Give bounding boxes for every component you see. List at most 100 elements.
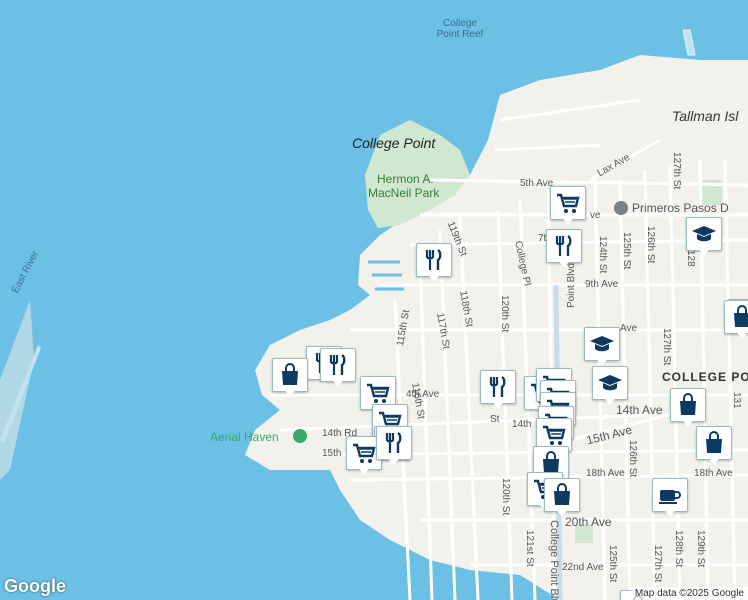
street-18th-ave-right: 18th Ave (694, 468, 733, 479)
street-point-blvd: Point Blvd (566, 262, 577, 308)
street-6th-ave: ve (590, 210, 601, 221)
park-label-line2: MacNeil Park (368, 186, 440, 200)
street-9th-ave: 9th Ave (585, 279, 619, 290)
street-10th-ave: Ave (620, 323, 638, 334)
street-18th-ave: 18th Ave (586, 468, 625, 479)
pin-box (670, 388, 706, 422)
school-icon (598, 375, 622, 391)
cart-pin[interactable] (550, 186, 586, 226)
restaurant-icon (385, 432, 402, 453)
google-logo[interactable]: Google (4, 576, 66, 597)
street-128th: 128th St (673, 530, 684, 568)
pin-tip (491, 400, 505, 409)
fork-pin[interactable] (416, 243, 452, 283)
fork-pin[interactable] (320, 348, 356, 388)
street-15th-left: 15th (322, 448, 342, 459)
pin-tip (357, 466, 371, 475)
school-icon (692, 226, 716, 242)
street-120th: 120th St (499, 295, 510, 333)
street-126th-south: 126th St (627, 440, 638, 478)
school-poi-icon[interactable] (614, 201, 628, 215)
map-attribution[interactable]: Map data ©2025 Google (630, 587, 748, 600)
restaurant-icon (555, 235, 572, 256)
street-127th: 127th St (671, 152, 682, 190)
street-5th-ave: 5th Ave (520, 178, 554, 189)
bag-pin[interactable] (696, 426, 732, 466)
college-point-label: College Point (352, 135, 436, 151)
street-14th-short: 14th (512, 419, 532, 430)
pin-box (546, 229, 582, 263)
pin-box (686, 217, 722, 251)
pin-tip (283, 388, 297, 397)
cart-icon (353, 443, 376, 463)
shopping-bag-icon (680, 393, 696, 415)
pin-box (272, 358, 308, 392)
pin-tip (595, 357, 609, 366)
pin-box (550, 186, 586, 220)
street-124th: 124th St (597, 236, 608, 274)
street-126th: 126th St (645, 226, 656, 264)
street-120th-south: 120th St (500, 478, 511, 516)
street-college-point-blvd: College Point Blvd (548, 520, 560, 600)
street-125th-south: 125th St (607, 545, 618, 583)
restaurant-icon (489, 376, 506, 397)
pin-tip (603, 396, 617, 405)
pin-box (696, 426, 732, 460)
school-icon (590, 336, 614, 352)
pin-tip (555, 508, 569, 517)
map-canvas[interactable]: East River College Point Reef Tallman Is… (0, 0, 748, 600)
pin-tip (681, 418, 695, 427)
pin-box (652, 478, 688, 512)
street-127th-mid: 127th St (661, 328, 672, 366)
pin-tip (697, 247, 711, 256)
aerial-haven-label[interactable]: Aerial Haven (210, 430, 279, 444)
neighborhood-label: COLLEGE POI (662, 370, 748, 384)
park-label-line1: Hermon A. (377, 172, 434, 186)
pin-tip (387, 456, 401, 465)
pin-box (592, 366, 628, 400)
cart-icon (543, 425, 566, 445)
pin-tip (663, 508, 677, 517)
pin-tip (331, 378, 345, 387)
cart-icon (367, 383, 390, 403)
pin-tip (561, 216, 575, 225)
restaurant-icon (329, 354, 346, 375)
shopping-bag-icon (734, 305, 748, 327)
pin-box (320, 348, 356, 382)
pin-box (584, 327, 620, 361)
grad-pin[interactable] (686, 217, 722, 257)
bag-pin[interactable] (544, 478, 580, 518)
reef-label: College Point Reef (436, 18, 484, 40)
bag-pin[interactable] (670, 388, 706, 428)
coffee-pin[interactable] (652, 478, 688, 518)
bag-pin[interactable] (724, 300, 748, 340)
grad-pin[interactable] (592, 366, 628, 406)
shopping-bag-icon (706, 431, 722, 453)
grad-pin[interactable] (584, 327, 620, 367)
pin-tip (427, 273, 441, 282)
fork-pin[interactable] (546, 229, 582, 269)
street-125th: 125th St (621, 232, 632, 270)
shopping-bag-icon (282, 363, 298, 385)
street-22nd-ave: 22nd Ave (562, 562, 604, 573)
fork-pin[interactable] (480, 370, 516, 410)
pin-box (544, 478, 580, 512)
pin-box (724, 300, 748, 334)
cart-icon (557, 193, 580, 213)
pin-box (416, 243, 452, 277)
street-st-fragment: St (490, 414, 500, 425)
pin-tip (557, 259, 571, 268)
primeros-label[interactable]: Primeros Pasos D (632, 201, 729, 215)
map-base (0, 0, 748, 600)
street-121st: 121st St (524, 530, 535, 567)
street-129th: 129th St (695, 530, 706, 568)
pin-tip (735, 330, 748, 339)
park-poi-icon[interactable] (293, 429, 307, 443)
pin-box (480, 370, 516, 404)
pin-tip (707, 456, 721, 465)
fork-pin[interactable] (376, 426, 412, 466)
pin-box (376, 426, 412, 460)
coffee-icon (659, 490, 681, 504)
tallman-label: Tallman Isl (672, 108, 739, 124)
bag-pin[interactable] (272, 358, 308, 398)
